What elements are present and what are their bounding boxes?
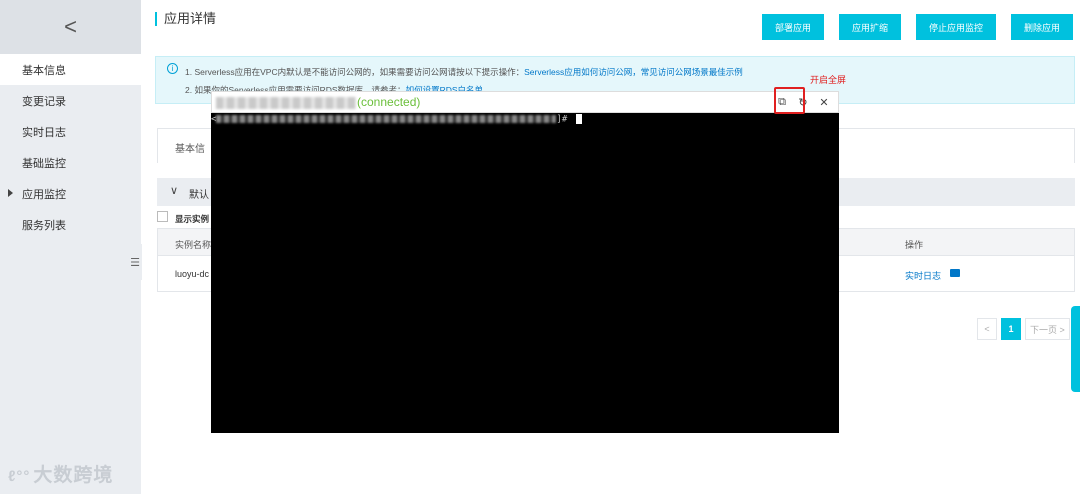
fullscreen-annotation: 开启全屏 (810, 75, 847, 85)
watermark: ℓ°° 大数跨境 (8, 460, 113, 487)
terminal-prompt-line[interactable]: <]# (211, 114, 839, 125)
sidebar: < 基本信息 变更记录 实时日志 基础监控 应用监控 服务列表 (0, 0, 141, 494)
tab-basic-info[interactable]: 基本信 (175, 140, 205, 155)
deploy-app-button[interactable]: 部署应用 (761, 14, 824, 40)
terminal-host-redacted (216, 97, 356, 109)
notice-link-vpc[interactable]: Serverless应用如何访问公网， (524, 67, 641, 77)
stop-monitor-button[interactable]: 停止应用监控 (915, 14, 996, 40)
terminal-cursor (575, 114, 582, 124)
page-1-button[interactable]: 1 (1001, 318, 1021, 340)
page-title: 应用详情 (155, 12, 216, 26)
terminal-icon[interactable] (950, 269, 960, 277)
instance-name-cell: luoyu-dc (175, 269, 210, 279)
show-instances-checkbox[interactable] (157, 211, 168, 222)
prompt-redacted (216, 115, 557, 123)
section-title: 默认 (189, 190, 209, 201)
prev-page-button[interactable]: < (977, 318, 997, 340)
sidebar-item-label: 应用监控 (22, 188, 66, 201)
sidebar-item-change-log[interactable]: 变更记录 (0, 85, 141, 116)
action-bar: 部署应用 应用扩缩 停止应用监控 删除应用 (761, 14, 1073, 40)
close-icon[interactable]: ✕ (816, 94, 832, 110)
sidebar-collapse-icon[interactable]: ☰ (128, 244, 142, 280)
delete-app-button[interactable]: 删除应用 (1010, 14, 1073, 40)
sidebar-item-app-monitor[interactable]: 应用监控 (0, 178, 141, 209)
sidebar-item-service-list[interactable]: 服务列表 (0, 209, 141, 240)
watermark-logo-icon: ℓ°° (8, 468, 31, 485)
fullscreen-highlight-box (774, 87, 805, 114)
realtime-log-link[interactable]: 实时日志 (905, 269, 941, 282)
sidebar-item-basic-info[interactable]: 基本信息 (0, 54, 141, 85)
prompt-close: ]# (556, 114, 573, 125)
next-page-button[interactable]: 下一页 > (1025, 318, 1070, 340)
watermark-text: 大数跨境 (33, 465, 114, 486)
pagination: < 1 下一页 > (977, 318, 1070, 340)
notice-link-best-practice[interactable]: 常见访问公网场景最佳示例 (641, 67, 743, 77)
info-icon: i (167, 63, 178, 74)
back-button[interactable]: < (0, 0, 141, 54)
feedback-float-tab[interactable] (1071, 306, 1080, 392)
notice-line-1: 1. Serverless应用在VPC内默认是不能访问公网的，如果需要访问公网请… (185, 66, 743, 78)
terminal-title-bar: (connected) ⧉ ↻ ✕ (211, 91, 839, 113)
column-header-operation: 操作 (905, 240, 924, 250)
caret-right-icon (8, 189, 13, 197)
sidebar-item-basic-monitor[interactable]: 基础监控 (0, 147, 141, 178)
notice-text: 1. Serverless应用在VPC内默认是不能访问公网的，如果需要访问公网请… (185, 67, 525, 77)
column-header-instance-name: 实例名称 (175, 240, 212, 250)
terminal-window[interactable]: (connected) ⧉ ↻ ✕ <]# (211, 91, 839, 433)
show-instances-label: 显示实例 (175, 214, 210, 224)
sidebar-item-realtime-log[interactable]: 实时日志 (0, 116, 141, 147)
scale-app-button[interactable]: 应用扩缩 (838, 14, 901, 40)
connection-status: (connected) (357, 95, 421, 109)
chevron-down-icon[interactable]: ∨ (170, 184, 178, 197)
